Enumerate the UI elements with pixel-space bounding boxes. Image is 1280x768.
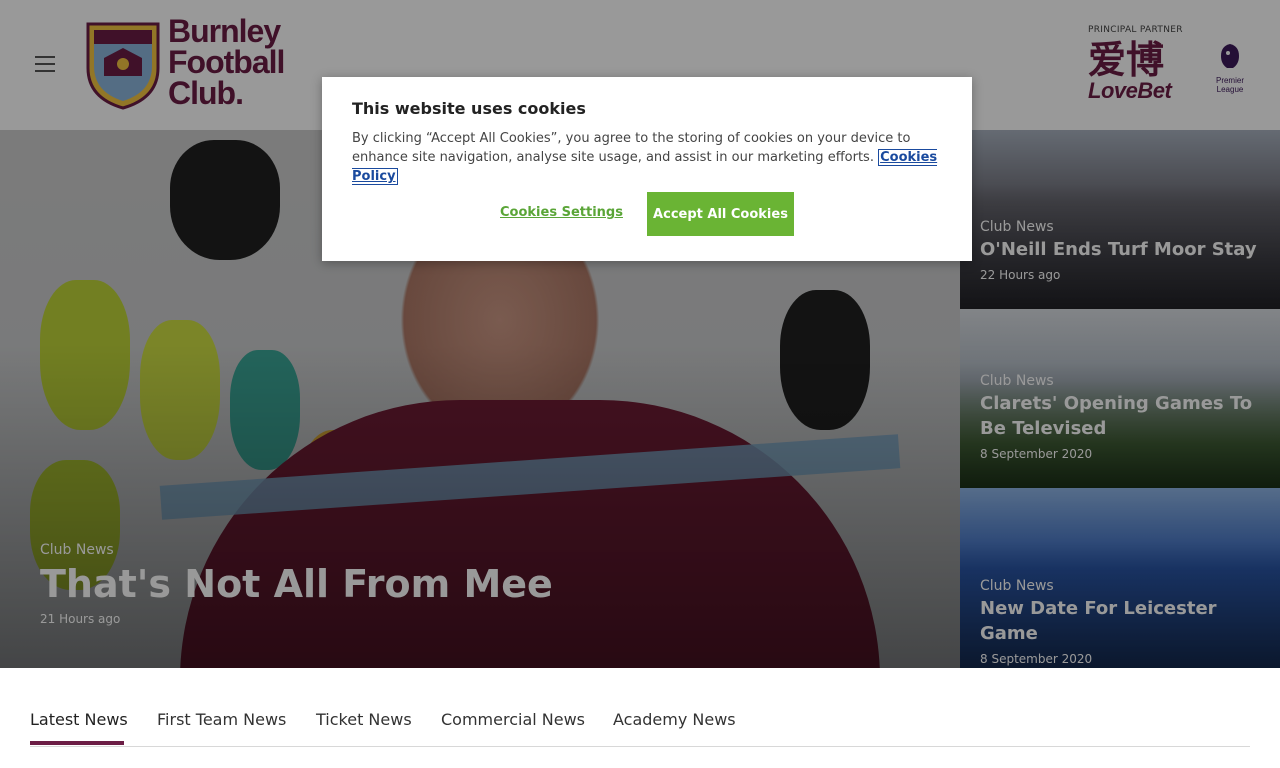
cookie-consent-dialog: This website uses cookies By clicking “A… [322, 77, 972, 261]
tab-ticket-news[interactable]: Ticket News [316, 710, 412, 729]
tab-academy-news[interactable]: Academy News [613, 710, 736, 729]
active-tab-indicator [30, 741, 124, 745]
tab-latest-news[interactable]: Latest News [30, 710, 128, 729]
news-tabs: Latest News First Team News Ticket News … [30, 700, 1250, 747]
tab-commercial-news[interactable]: Commercial News [441, 710, 585, 729]
cookie-heading: This website uses cookies [352, 99, 586, 118]
accept-all-cookies-button[interactable]: Accept All Cookies [647, 192, 794, 236]
cookie-body-text: By clicking “Accept All Cookies”, you ag… [352, 131, 911, 165]
cookies-settings-button[interactable]: Cookies Settings [500, 205, 623, 220]
tab-first-team-news[interactable]: First Team News [157, 710, 286, 729]
cookie-body: By clicking “Accept All Cookies”, you ag… [352, 129, 952, 186]
